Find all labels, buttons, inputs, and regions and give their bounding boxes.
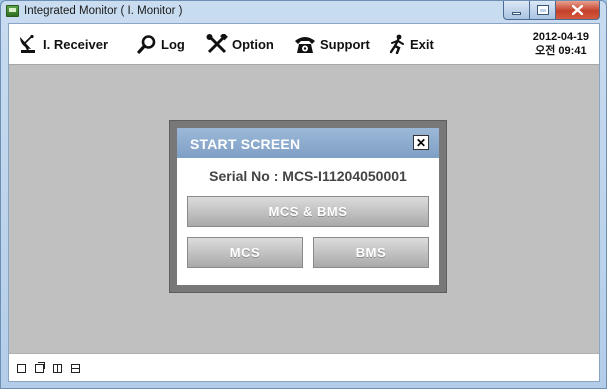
clock: 2012-04-19 오전 09:41 bbox=[533, 30, 589, 58]
close-icon: ✕ bbox=[415, 135, 427, 150]
start-screen-dialog: START SCREEN ✕ Serial No : MCS-I11204050… bbox=[177, 128, 439, 285]
toolbar-label: Log bbox=[161, 36, 185, 52]
vertical-split-icon[interactable] bbox=[53, 364, 62, 373]
minimize-button[interactable] bbox=[503, 1, 530, 20]
mcs-button[interactable]: MCS bbox=[187, 237, 303, 268]
horizontal-split-icon[interactable] bbox=[71, 364, 80, 373]
window-controls bbox=[503, 1, 600, 20]
toolbar-log-button[interactable]: Log bbox=[137, 34, 185, 54]
start-screen-dialog-frame: START SCREEN ✕ Serial No : MCS-I11204050… bbox=[169, 120, 447, 293]
tools-icon bbox=[206, 34, 228, 54]
magnifier-icon bbox=[137, 35, 156, 54]
status-bar bbox=[9, 353, 599, 381]
single-view-icon[interactable] bbox=[17, 364, 26, 373]
minimize-icon bbox=[512, 11, 521, 15]
satellite-dish-icon bbox=[19, 34, 35, 53]
maximize-button[interactable] bbox=[530, 1, 556, 20]
toolbar-exit-button[interactable]: Exit bbox=[388, 34, 434, 54]
close-window-button[interactable] bbox=[556, 1, 600, 20]
serial-number: Serial No : MCS-I11204050001 bbox=[209, 168, 407, 184]
toolbar-option-button[interactable]: Option bbox=[206, 34, 274, 54]
app-monitor-icon bbox=[6, 5, 19, 17]
dialog-header[interactable]: START SCREEN ✕ bbox=[177, 128, 439, 158]
toolbar-label: Exit bbox=[410, 36, 434, 52]
clock-date: 2012-04-19 bbox=[532, 31, 589, 43]
bms-button[interactable]: BMS bbox=[313, 237, 429, 268]
toolbar-label: I. Receiver bbox=[43, 36, 109, 52]
close-icon bbox=[572, 5, 583, 15]
toolbar-i-receiver-button[interactable]: I. Receiver bbox=[17, 34, 108, 54]
toolbar-support-button[interactable]: Support bbox=[294, 34, 370, 54]
telephone-icon bbox=[295, 37, 315, 53]
title-bar[interactable]: Integrated Monitor ( I. Monitor ) bbox=[1, 1, 606, 21]
toolbar: I. Receiver Log Option Support Exit 2012… bbox=[9, 24, 599, 64]
app-window: Integrated Monitor ( I. Monitor ) I. Rec… bbox=[0, 0, 607, 389]
maximize-icon bbox=[536, 5, 549, 15]
dialog-title: START SCREEN bbox=[190, 136, 301, 152]
toolbar-label: Option bbox=[232, 36, 274, 52]
running-man-icon bbox=[389, 34, 404, 54]
client-area: I. Receiver Log Option Support Exit 2012… bbox=[8, 23, 600, 382]
window-title: Integrated Monitor ( I. Monitor ) bbox=[24, 5, 183, 17]
toolbar-label: Support bbox=[320, 36, 370, 52]
clock-time: 오전 09:41 bbox=[535, 45, 587, 57]
workspace: START SCREEN ✕ Serial No : MCS-I11204050… bbox=[9, 64, 599, 353]
dialog-close-button[interactable]: ✕ bbox=[413, 135, 429, 150]
mcs-and-bms-button[interactable]: MCS & BMS bbox=[187, 196, 429, 227]
cascade-view-icon[interactable] bbox=[35, 362, 45, 373]
